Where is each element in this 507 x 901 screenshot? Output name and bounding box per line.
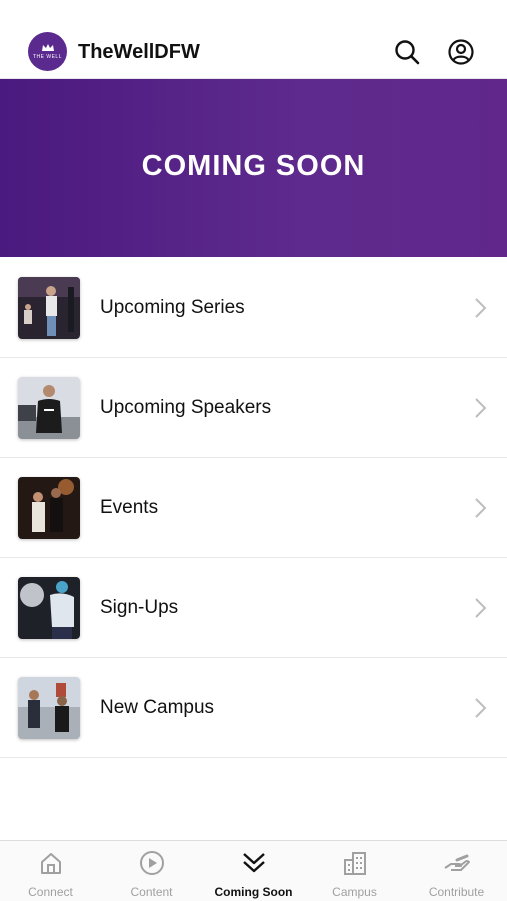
double-chevron-down-icon (242, 853, 265, 873)
list-item-label: Upcoming Speakers (100, 397, 272, 418)
events-thumbnail (18, 477, 80, 539)
tab-connect[interactable]: Connect (0, 841, 101, 901)
list-item-new-campus[interactable]: New Campus (0, 658, 507, 758)
list-item-label: Events (100, 497, 159, 518)
crown-icon (41, 44, 54, 51)
banner-title: COMING SOON (141, 149, 366, 182)
app-title: TheWellDFW (78, 41, 200, 63)
tab-campus[interactable]: Campus (304, 841, 405, 901)
coming-soon-list: Upcoming Series Upcoming Speakers Events… (0, 258, 507, 758)
logo-text: THE WELL (32, 54, 62, 60)
app-logo[interactable]: THE WELL (28, 32, 67, 71)
upcoming-speakers-thumbnail (18, 377, 80, 439)
app-header: THE WELL TheWellDFW (0, 0, 507, 79)
list-item-upcoming-series[interactable]: Upcoming Series (0, 258, 507, 358)
list-item-label: New Campus (100, 697, 215, 718)
list-item-events[interactable]: Events (0, 458, 507, 558)
bottom-tab-bar: Connect Content Coming Soon Campus Contr… (0, 840, 507, 901)
upcoming-series-thumbnail (18, 277, 80, 339)
chevron-right-icon (475, 698, 487, 718)
tab-coming-soon[interactable]: Coming Soon (203, 841, 304, 901)
new-campus-thumbnail (18, 677, 80, 739)
chevron-right-icon (475, 598, 487, 618)
list-item-label: Upcoming Series (100, 297, 245, 318)
giving-hand-icon (443, 854, 470, 871)
tab-label: Connect (28, 885, 73, 899)
chevron-right-icon (475, 398, 487, 418)
play-circle-icon (139, 851, 164, 875)
tab-label: Coming Soon (214, 885, 293, 899)
account-icon[interactable] (447, 38, 475, 66)
list-item-upcoming-speakers[interactable]: Upcoming Speakers (0, 358, 507, 458)
building-icon (343, 852, 366, 875)
tab-label: Content (130, 885, 173, 899)
sign-ups-thumbnail (18, 577, 80, 639)
search-icon[interactable] (393, 38, 421, 66)
tab-contribute[interactable]: Contribute (406, 841, 507, 901)
chevron-right-icon (475, 298, 487, 318)
chevron-right-icon (475, 498, 487, 518)
tab-content[interactable]: Content (101, 841, 202, 901)
list-item-label: Sign-Ups (100, 597, 179, 618)
list-item-sign-ups[interactable]: Sign-Ups (0, 558, 507, 658)
home-icon (40, 853, 61, 874)
tab-label: Campus (332, 885, 377, 899)
tab-label: Contribute (428, 885, 485, 899)
coming-soon-banner: COMING SOON (0, 79, 507, 257)
